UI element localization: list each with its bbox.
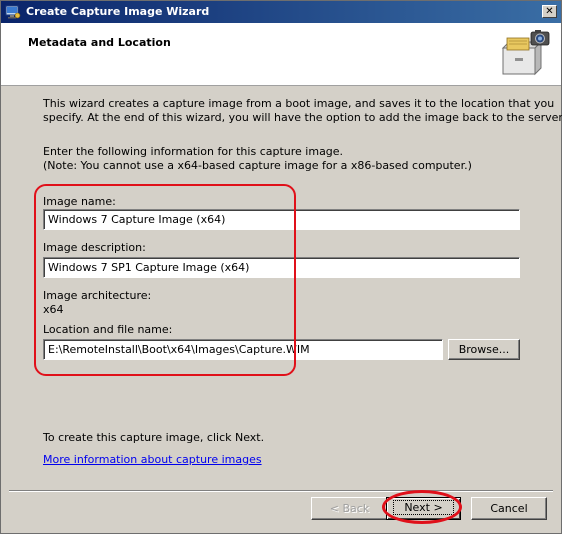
close-button[interactable]: ✕ — [542, 5, 557, 18]
intro-text-line-1: This wizard creates a capture image from… — [43, 97, 555, 110]
instructions-line-1: Enter the following information for this… — [43, 145, 344, 158]
window-title: Create Capture Image Wizard — [26, 5, 210, 18]
next-button-highlight-annotation — [382, 490, 462, 524]
instructions-note: (Note: You cannot use a x64-based captur… — [43, 159, 472, 172]
footer-divider — [9, 490, 553, 492]
form-highlight-annotation — [34, 184, 296, 376]
cancel-button[interactable]: Cancel — [471, 497, 547, 520]
wizard-app-icon — [5, 5, 21, 19]
browse-button[interactable]: Browse... — [448, 339, 520, 360]
back-button[interactable]: < Back — [311, 497, 388, 520]
page-title: Metadata and Location — [28, 36, 171, 49]
wizard-header: Metadata and Location — [1, 23, 561, 86]
capture-box-camera-icon — [501, 30, 550, 76]
cancel-button-label: Cancel — [490, 502, 528, 515]
intro-text-line-2: specify. At the end of this wizard, you … — [43, 111, 562, 124]
more-info-link[interactable]: More information about capture images — [43, 453, 262, 466]
create-hint-text: To create this capture image, click Next… — [43, 431, 265, 444]
close-icon: ✕ — [545, 6, 554, 17]
back-button-label: < Back — [329, 502, 370, 515]
title-bar[interactable]: Create Capture Image Wizard ✕ — [1, 1, 561, 23]
wizard-window: Create Capture Image Wizard ✕ Metadata a… — [0, 0, 562, 534]
browse-button-label: Browse... — [458, 343, 510, 356]
